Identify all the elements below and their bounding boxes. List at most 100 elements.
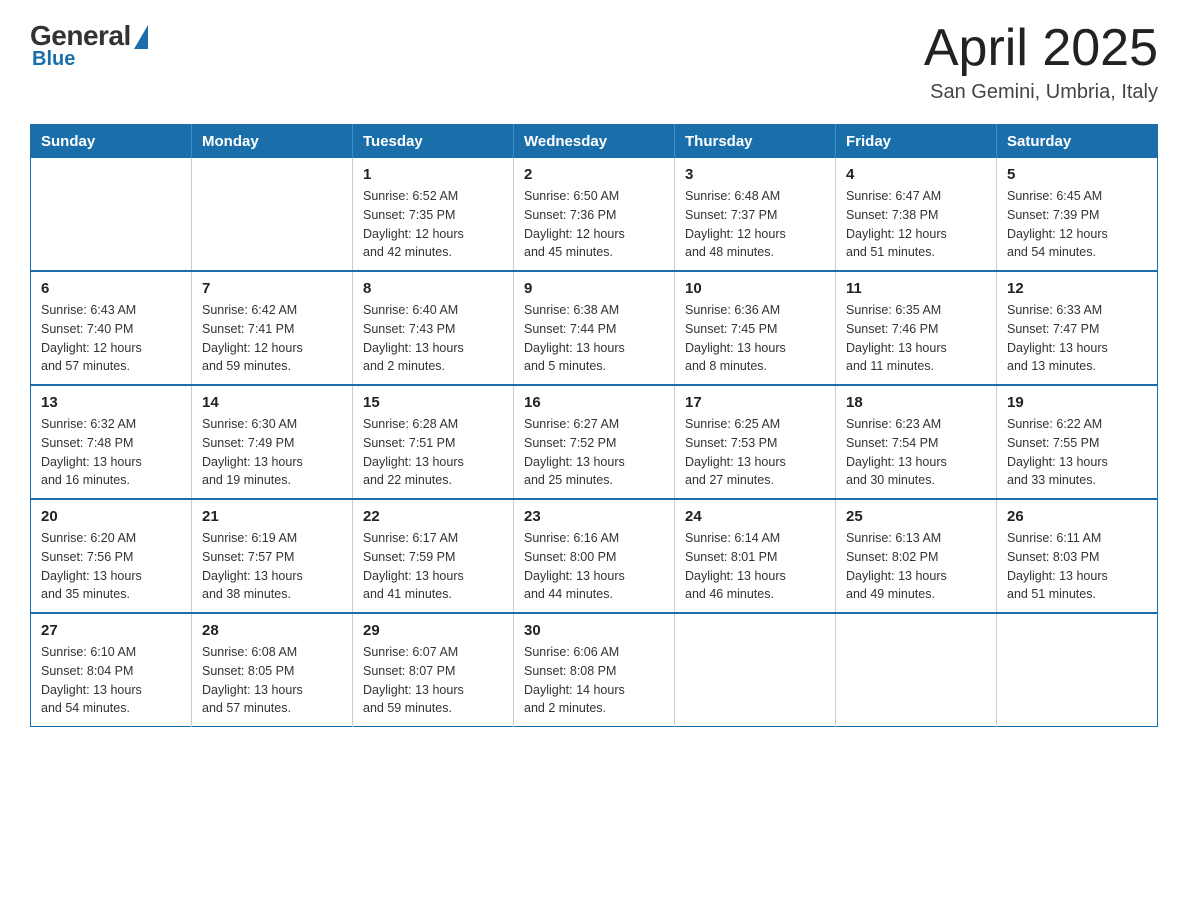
calendar-cell: 1Sunrise: 6:52 AM Sunset: 7:35 PM Daylig… xyxy=(353,158,514,271)
calendar-cell: 29 Sunrise: 6:07 AM Sunset: 8:07 PM Dayli… xyxy=(353,613,514,727)
day-info: Sunrise: 6:47 AM Sunset: 7:38 PM Dayligh… xyxy=(846,187,986,262)
day-info: Sunrise: 6:32 AM Sunset: 7:48 PM Dayligh… xyxy=(41,415,181,490)
calendar-cell: 2 Sunrise: 6:50 AM Sunset: 7:36 PM Daylig… xyxy=(514,158,675,271)
day-number: 5 xyxy=(1007,166,1147,183)
logo: General Blue xyxy=(30,20,150,71)
calendar-header-row: SundayMondayTuesdayWednesdayThursdayFrid… xyxy=(31,125,1158,159)
day-number: 24 xyxy=(685,508,825,525)
calendar-cell: 23 Sunrise: 6:16 AM Sunset: 8:00 PM Dayli… xyxy=(514,499,675,613)
location-text: San Gemini, Umbria, Italy xyxy=(924,81,1158,104)
month-title: April 2025 xyxy=(924,20,1158,77)
calendar-cell: 12 Sunrise: 6:33 AM Sunset: 7:47 PM Dayli… xyxy=(997,271,1158,385)
day-number: 6 xyxy=(41,280,181,297)
day-info: Sunrise: 6:19 AM Sunset: 7:57 PM Dayligh… xyxy=(202,529,342,604)
day-info: Sunrise: 6:36 AM Sunset: 7:45 PM Dayligh… xyxy=(685,301,825,376)
day-info: Sunrise: 6:38 AM Sunset: 7:44 PM Dayligh… xyxy=(524,301,664,376)
calendar-cell: 3 Sunrise: 6:48 AM Sunset: 7:37 PM Daylig… xyxy=(675,158,836,271)
calendar-day-header: Friday xyxy=(836,125,997,159)
day-info: Sunrise: 6:43 AM Sunset: 7:40 PM Dayligh… xyxy=(41,301,181,376)
calendar-day-header: Saturday xyxy=(997,125,1158,159)
calendar-week-row: 13 Sunrise: 6:32 AM Sunset: 7:48 PM Dayli… xyxy=(31,385,1158,499)
day-number: 23 xyxy=(524,508,664,525)
calendar-cell: 18 Sunrise: 6:23 AM Sunset: 7:54 PM Dayli… xyxy=(836,385,997,499)
calendar-cell: 30 Sunrise: 6:06 AM Sunset: 8:08 PM Dayli… xyxy=(514,613,675,727)
calendar-cell xyxy=(675,613,836,727)
calendar-cell: 14 Sunrise: 6:30 AM Sunset: 7:49 PM Dayli… xyxy=(192,385,353,499)
calendar-cell: 7 Sunrise: 6:42 AM Sunset: 7:41 PM Daylig… xyxy=(192,271,353,385)
calendar-cell: 15 Sunrise: 6:28 AM Sunset: 7:51 PM Dayli… xyxy=(353,385,514,499)
day-info: Sunrise: 6:07 AM Sunset: 8:07 PM Dayligh… xyxy=(363,643,503,718)
day-info: Sunrise: 6:13 AM Sunset: 8:02 PM Dayligh… xyxy=(846,529,986,604)
day-number: 3 xyxy=(685,166,825,183)
day-number: 29 xyxy=(363,622,503,639)
calendar-cell: 6 Sunrise: 6:43 AM Sunset: 7:40 PM Daylig… xyxy=(31,271,192,385)
calendar-cell xyxy=(836,613,997,727)
day-info: Sunrise: 6:10 AM Sunset: 8:04 PM Dayligh… xyxy=(41,643,181,718)
calendar-cell: 22 Sunrise: 6:17 AM Sunset: 7:59 PM Dayli… xyxy=(353,499,514,613)
day-info: Sunrise: 6:45 AM Sunset: 7:39 PM Dayligh… xyxy=(1007,187,1147,262)
day-info: Sunrise: 6:30 AM Sunset: 7:49 PM Dayligh… xyxy=(202,415,342,490)
day-number: 27 xyxy=(41,622,181,639)
day-info: Sunrise: 6:08 AM Sunset: 8:05 PM Dayligh… xyxy=(202,643,342,718)
day-info: Sunrise: 6:42 AM Sunset: 7:41 PM Dayligh… xyxy=(202,301,342,376)
day-number: 4 xyxy=(846,166,986,183)
calendar-cell xyxy=(997,613,1158,727)
calendar-cell: 21 Sunrise: 6:19 AM Sunset: 7:57 PM Dayli… xyxy=(192,499,353,613)
day-number: 15 xyxy=(363,394,503,411)
calendar-week-row: 1Sunrise: 6:52 AM Sunset: 7:35 PM Daylig… xyxy=(31,158,1158,271)
day-number: 28 xyxy=(202,622,342,639)
day-number: 14 xyxy=(202,394,342,411)
day-number: 12 xyxy=(1007,280,1147,297)
page-header: General Blue April 2025 San Gemini, Umbr… xyxy=(30,20,1158,104)
day-number: 18 xyxy=(846,394,986,411)
day-info: Sunrise: 6:14 AM Sunset: 8:01 PM Dayligh… xyxy=(685,529,825,604)
day-info: Sunrise: 6:23 AM Sunset: 7:54 PM Dayligh… xyxy=(846,415,986,490)
day-number: 25 xyxy=(846,508,986,525)
day-info: Sunrise: 6:28 AM Sunset: 7:51 PM Dayligh… xyxy=(363,415,503,490)
day-info: Sunrise: 6:17 AM Sunset: 7:59 PM Dayligh… xyxy=(363,529,503,604)
day-info: Sunrise: 6:40 AM Sunset: 7:43 PM Dayligh… xyxy=(363,301,503,376)
calendar-cell: 9Sunrise: 6:38 AM Sunset: 7:44 PM Daylig… xyxy=(514,271,675,385)
calendar-week-row: 6 Sunrise: 6:43 AM Sunset: 7:40 PM Daylig… xyxy=(31,271,1158,385)
day-info: Sunrise: 6:16 AM Sunset: 8:00 PM Dayligh… xyxy=(524,529,664,604)
day-info: Sunrise: 6:20 AM Sunset: 7:56 PM Dayligh… xyxy=(41,529,181,604)
day-number: 16 xyxy=(524,394,664,411)
calendar-day-header: Tuesday xyxy=(353,125,514,159)
calendar-cell: 26Sunrise: 6:11 AM Sunset: 8:03 PM Dayli… xyxy=(997,499,1158,613)
day-number: 30 xyxy=(524,622,664,639)
calendar-cell: 11Sunrise: 6:35 AM Sunset: 7:46 PM Dayli… xyxy=(836,271,997,385)
day-number: 19 xyxy=(1007,394,1147,411)
day-info: Sunrise: 6:27 AM Sunset: 7:52 PM Dayligh… xyxy=(524,415,664,490)
calendar-cell xyxy=(192,158,353,271)
day-info: Sunrise: 6:35 AM Sunset: 7:46 PM Dayligh… xyxy=(846,301,986,376)
day-number: 21 xyxy=(202,508,342,525)
day-info: Sunrise: 6:50 AM Sunset: 7:36 PM Dayligh… xyxy=(524,187,664,262)
calendar-cell: 25 Sunrise: 6:13 AM Sunset: 8:02 PM Dayli… xyxy=(836,499,997,613)
day-number: 13 xyxy=(41,394,181,411)
logo-triangle-icon xyxy=(134,25,148,49)
calendar-cell: 27 Sunrise: 6:10 AM Sunset: 8:04 PM Dayli… xyxy=(31,613,192,727)
calendar-day-header: Sunday xyxy=(31,125,192,159)
day-info: Sunrise: 6:33 AM Sunset: 7:47 PM Dayligh… xyxy=(1007,301,1147,376)
calendar-day-header: Wednesday xyxy=(514,125,675,159)
calendar-cell: 13 Sunrise: 6:32 AM Sunset: 7:48 PM Dayli… xyxy=(31,385,192,499)
calendar-cell: 10Sunrise: 6:36 AM Sunset: 7:45 PM Dayli… xyxy=(675,271,836,385)
calendar-day-header: Thursday xyxy=(675,125,836,159)
calendar-table: SundayMondayTuesdayWednesdayThursdayFrid… xyxy=(30,124,1158,727)
day-number: 2 xyxy=(524,166,664,183)
title-block: April 2025 San Gemini, Umbria, Italy xyxy=(924,20,1158,104)
calendar-cell: 4 Sunrise: 6:47 AM Sunset: 7:38 PM Daylig… xyxy=(836,158,997,271)
calendar-cell xyxy=(31,158,192,271)
day-info: Sunrise: 6:06 AM Sunset: 8:08 PM Dayligh… xyxy=(524,643,664,718)
day-number: 22 xyxy=(363,508,503,525)
day-number: 1 xyxy=(363,166,503,183)
calendar-cell: 8 Sunrise: 6:40 AM Sunset: 7:43 PM Daylig… xyxy=(353,271,514,385)
calendar-week-row: 27 Sunrise: 6:10 AM Sunset: 8:04 PM Dayli… xyxy=(31,613,1158,727)
day-info: Sunrise: 6:48 AM Sunset: 7:37 PM Dayligh… xyxy=(685,187,825,262)
calendar-week-row: 20Sunrise: 6:20 AM Sunset: 7:56 PM Dayli… xyxy=(31,499,1158,613)
day-number: 26 xyxy=(1007,508,1147,525)
calendar-cell: 28 Sunrise: 6:08 AM Sunset: 8:05 PM Dayli… xyxy=(192,613,353,727)
calendar-cell: 19Sunrise: 6:22 AM Sunset: 7:55 PM Dayli… xyxy=(997,385,1158,499)
day-number: 7 xyxy=(202,280,342,297)
day-number: 8 xyxy=(363,280,503,297)
